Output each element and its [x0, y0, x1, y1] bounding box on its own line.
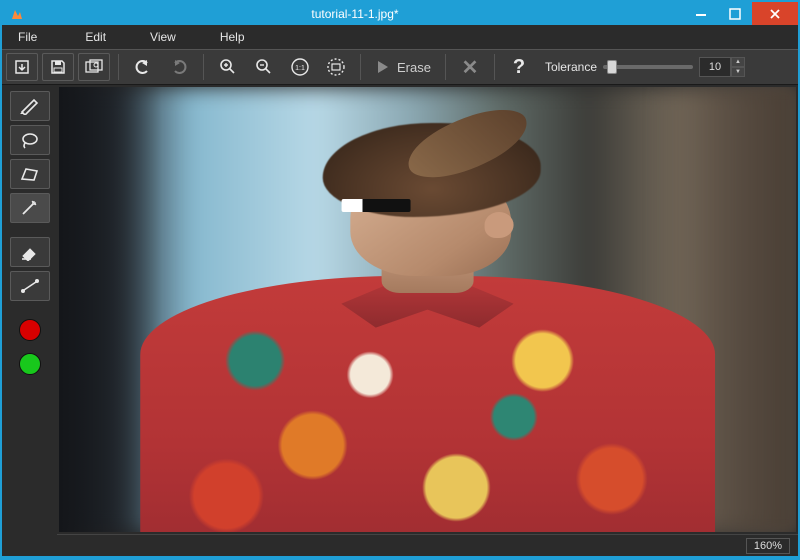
erase-button[interactable]: Erase: [369, 53, 437, 81]
help-button[interactable]: ?: [503, 53, 535, 81]
app-window: tutorial-11-1.jpg* File Edit View Help 1…: [2, 2, 798, 556]
line-tool-button[interactable]: [10, 271, 50, 301]
cancel-icon: ✕: [462, 55, 479, 80]
foreground-color-button[interactable]: [10, 315, 50, 345]
maximize-button[interactable]: [718, 2, 752, 25]
svg-text:1:1: 1:1: [295, 65, 305, 72]
open-file-button[interactable]: [6, 53, 38, 81]
background-color-icon: [19, 353, 41, 375]
toolbar-separator: [203, 54, 204, 80]
screenshot-button[interactable]: [78, 53, 110, 81]
toolbar-separator: [118, 54, 119, 80]
help-icon: ?: [513, 56, 525, 79]
titlebar[interactable]: tutorial-11-1.jpg*: [2, 2, 798, 25]
tolerance-slider[interactable]: [603, 65, 693, 69]
toolbar-separator: [445, 54, 446, 80]
polygon-tool-button[interactable]: [10, 159, 50, 189]
lasso-tool-button[interactable]: [10, 125, 50, 155]
menu-help[interactable]: Help: [198, 25, 267, 49]
menu-file[interactable]: File: [8, 25, 63, 49]
toolbar-separator: [494, 54, 495, 80]
tolerance-label: Tolerance: [545, 60, 597, 74]
window-title: tutorial-11-1.jpg*: [26, 7, 684, 21]
erase-label: Erase: [397, 60, 431, 75]
foreground-color-icon: [19, 319, 41, 341]
play-icon: [375, 59, 391, 75]
zoom-out-button[interactable]: [248, 53, 280, 81]
background-color-button[interactable]: [10, 349, 50, 379]
save-button[interactable]: [42, 53, 74, 81]
tolerance-control: Tolerance 10 ▲ ▼: [545, 57, 745, 77]
canvas-area: 160%: [57, 85, 798, 556]
zoom-fit-button[interactable]: [320, 53, 352, 81]
tolerance-up-button[interactable]: ▲: [731, 57, 745, 67]
tolerance-value[interactable]: 10: [699, 57, 731, 77]
tolerance-down-button[interactable]: ▼: [731, 67, 745, 77]
zoom-in-button[interactable]: [212, 53, 244, 81]
close-button[interactable]: [752, 2, 798, 25]
window-controls: [684, 2, 798, 25]
magic-wand-tool-button[interactable]: [10, 193, 50, 223]
minimize-button[interactable]: [684, 2, 718, 25]
tolerance-spinner: 10 ▲ ▼: [699, 57, 745, 77]
menu-view[interactable]: View: [128, 25, 198, 49]
side-toolbar: [2, 85, 57, 556]
undo-button[interactable]: [127, 53, 159, 81]
canvas[interactable]: [57, 85, 798, 534]
status-bar: 160%: [57, 534, 798, 556]
zoom-level[interactable]: 160%: [746, 538, 790, 554]
eraser-tool-button[interactable]: [10, 237, 50, 267]
toolbar-separator: [360, 54, 361, 80]
image-content: [59, 87, 796, 532]
marker-tool-button[interactable]: [10, 91, 50, 121]
main-area: 160%: [2, 85, 798, 556]
cancel-button[interactable]: ✕: [454, 53, 486, 81]
menu-edit[interactable]: Edit: [63, 25, 128, 49]
slider-knob[interactable]: [607, 60, 617, 74]
toolbar: 1:1 Erase ✕ ? Tolerance 10 ▲ ▼: [2, 49, 798, 85]
zoom-1to1-button[interactable]: 1:1: [284, 53, 316, 81]
redo-button[interactable]: [163, 53, 195, 81]
app-icon: [8, 5, 26, 23]
menubar: File Edit View Help: [2, 25, 798, 49]
